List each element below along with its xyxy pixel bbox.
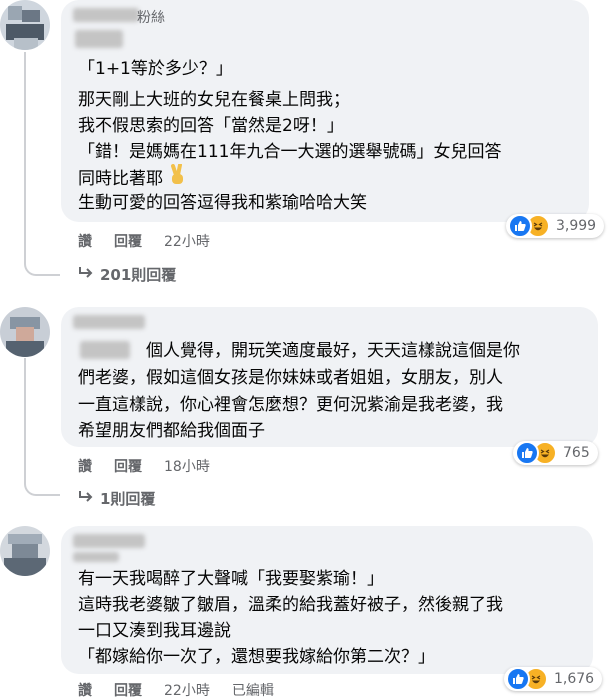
thumbs-up-icon xyxy=(515,441,539,465)
comment-text-line: 「1+1等於多少？」 xyxy=(78,59,233,79)
comment-text-line: 一口又湊到我耳邊說 xyxy=(78,621,231,641)
comment-text-line: 一直這樣說，你心裡會怎麼想？更何況紫渝是我老婆，我 xyxy=(78,395,503,415)
thumbs-up-icon xyxy=(508,214,532,238)
reply-arrow-icon xyxy=(78,490,94,508)
replies-count-label: 201則回覆 xyxy=(100,266,177,284)
reply-button[interactable]: 回覆 xyxy=(114,680,142,700)
comment-text-line: 個人覺得，開玩笑適度最好，天天這樣說這個是你 xyxy=(146,341,520,361)
thumbs-up-icon xyxy=(506,667,530,691)
reaction-count: 1,676 xyxy=(554,671,595,687)
mentioned-user-redacted[interactable] xyxy=(80,341,130,359)
reply-button[interactable]: 回覆 xyxy=(114,456,142,476)
comment-actions: 讚 回覆 22小時 已編輯 xyxy=(78,680,274,700)
thread-line xyxy=(24,358,26,482)
reply-button[interactable]: 回覆 xyxy=(114,231,142,251)
timestamp[interactable]: 22小時 xyxy=(164,680,210,700)
author-badge: 粉絲 xyxy=(137,10,165,26)
thread-connector xyxy=(24,262,60,276)
avatar[interactable] xyxy=(0,307,50,357)
comment-text-line: 們老婆，假如這個女孩是你妹妹或者姐姐，女朋友，別人 xyxy=(78,368,503,388)
view-replies-link[interactable]: 1則回覆 xyxy=(78,488,155,509)
comment-actions: 讚 回覆 18小時 xyxy=(78,456,210,476)
reaction-summary[interactable]: 765 xyxy=(513,441,598,465)
comment-text-line: 生動可愛的回答逗得我和紫瑜哈哈大笑 xyxy=(78,193,367,213)
thread-connector xyxy=(24,482,60,496)
comment-text-line: 那天剛上大班的女兒在餐桌上問我； xyxy=(78,90,350,110)
timestamp[interactable]: 22小時 xyxy=(164,231,210,251)
comment-text-line: 這時我老婆皺了皺眉，溫柔的給我蓋好被子，然後親了我 xyxy=(78,595,503,615)
comment-text-line: 「錯！是媽媽在111年九合一大選的選舉號碼」女兒回答 xyxy=(78,142,502,162)
like-button[interactable]: 讚 xyxy=(78,231,92,251)
reply-arrow-icon xyxy=(78,266,94,284)
thread-line xyxy=(24,52,26,262)
comment-actions: 讚 回覆 22小時 xyxy=(78,231,210,251)
redacted-text xyxy=(73,552,119,562)
reaction-summary[interactable]: 3,999 xyxy=(506,214,605,238)
like-button[interactable]: 讚 xyxy=(78,680,92,700)
author-name-redacted[interactable] xyxy=(73,315,145,329)
view-replies-link[interactable]: 201則回覆 xyxy=(78,264,176,285)
comment-text-line: 「都嫁給你一次了，還想要我嫁給你第二次？」 xyxy=(78,647,435,667)
redacted-text xyxy=(75,30,123,48)
timestamp[interactable]: 18小時 xyxy=(164,456,210,476)
reaction-count: 765 xyxy=(563,445,590,461)
reaction-summary[interactable]: 1,676 xyxy=(504,667,603,691)
comment-text-line: 我不假思索的回答「當然是2呀！」 xyxy=(78,116,344,136)
avatar[interactable] xyxy=(0,0,50,50)
replies-count-label: 1則回覆 xyxy=(100,490,156,508)
reaction-count: 3,999 xyxy=(556,218,597,234)
edited-label[interactable]: 已編輯 xyxy=(232,680,274,700)
comment-text-line: 有一天我喝醉了大聲喊「我要娶紫瑜！」 xyxy=(78,569,384,589)
author-name-redacted[interactable] xyxy=(73,8,139,22)
comment-text-line: 希望朋友們都給我個面子 xyxy=(78,421,265,441)
like-button[interactable]: 讚 xyxy=(78,456,92,476)
avatar[interactable] xyxy=(0,526,50,576)
author-name-redacted[interactable] xyxy=(73,534,145,548)
comment-text: 同時比著耶 xyxy=(78,169,163,189)
